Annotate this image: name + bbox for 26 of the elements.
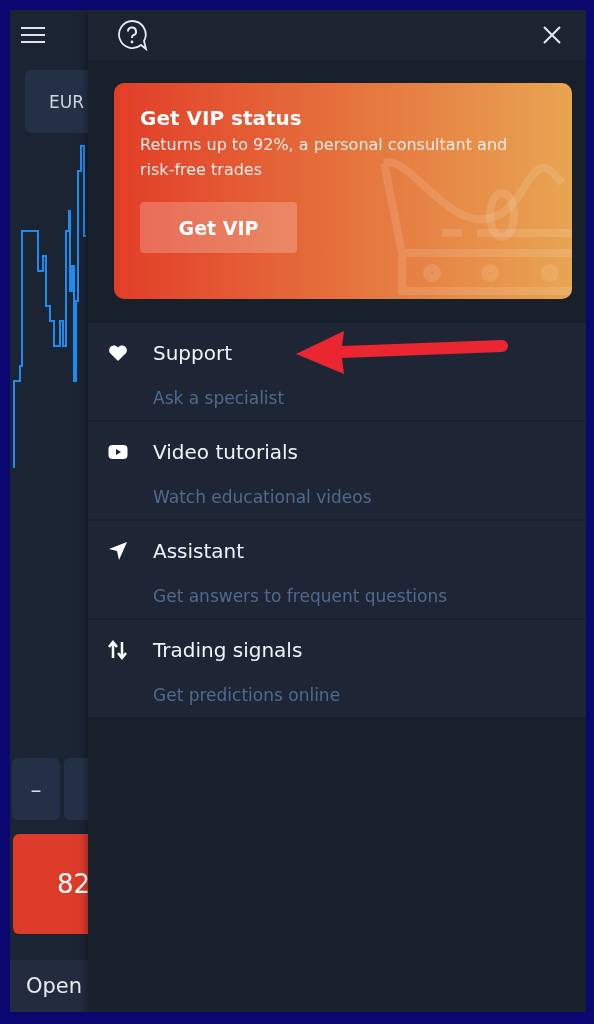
item-title: Video tutorials [153, 439, 298, 466]
vip-description: Returns up to 92%, a personal consultant and risk-free trades [140, 134, 509, 181]
item-subtitle: Get answers to frequent questions [153, 584, 449, 608]
item-title: Assistant [153, 538, 245, 565]
menu-item[interactable]: Trading signals Get predictions online [88, 620, 586, 717]
navigation-arrow-icon [108, 541, 128, 561]
menu-icon[interactable] [20, 26, 46, 44]
item-subtitle: Get predictions online [153, 683, 342, 707]
play-icon [108, 444, 128, 460]
close-icon[interactable] [542, 25, 562, 45]
item-subtitle: Ask a specialist [153, 386, 286, 410]
heart-icon [108, 345, 128, 361]
amount-field[interactable] [64, 758, 88, 820]
menu-item[interactable]: Support Ask a specialist [88, 323, 586, 420]
up-down-arrows-icon [108, 640, 128, 660]
vip-title: Get VIP status [140, 106, 303, 130]
item-subtitle: Watch educational videos [153, 485, 373, 509]
menu-item[interactable]: Assistant Get answers to frequent questions [88, 521, 586, 618]
help-icon[interactable] [116, 19, 148, 51]
decrease-button[interactable]: – [12, 758, 60, 820]
item-title: Trading signals [153, 637, 303, 664]
item-title: Support [153, 340, 233, 367]
menu-item[interactable]: Video tutorials Watch educational videos [88, 422, 586, 519]
open-tab[interactable]: Open [10, 960, 88, 1012]
buy-button[interactable]: 82 [13, 834, 88, 934]
asset-button[interactable]: EUR [25, 70, 88, 133]
